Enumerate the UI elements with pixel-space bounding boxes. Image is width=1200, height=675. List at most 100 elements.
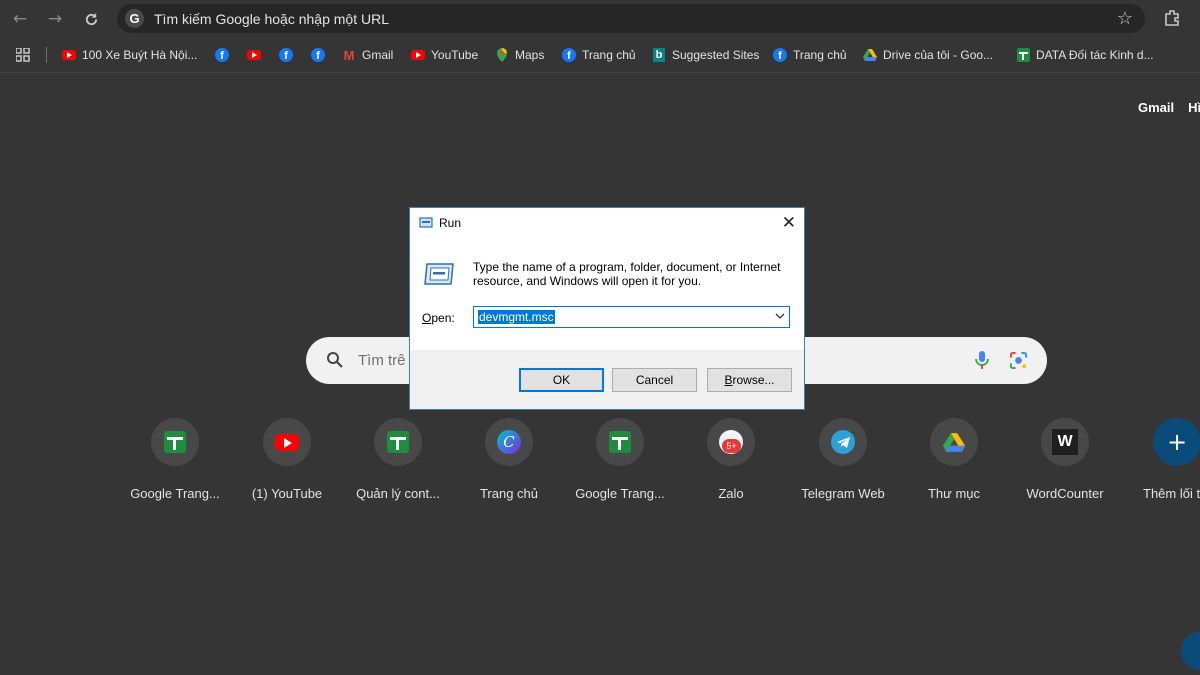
shortcut-label: (1) YouTube	[251, 486, 323, 501]
canva-icon: C	[485, 418, 533, 466]
plus-icon: +	[1153, 418, 1200, 466]
sheets-icon	[596, 418, 644, 466]
facebook-icon: f	[279, 48, 293, 62]
bookmark-item[interactable]: Maps	[495, 47, 544, 63]
apps-grid-icon[interactable]	[16, 48, 30, 62]
gmail-link[interactable]: Gmail	[1138, 100, 1174, 115]
telegram-icon	[819, 418, 867, 466]
bookmark-label: Suggested Sites	[672, 48, 760, 62]
shortcut-label: Thư mục	[927, 486, 981, 501]
add-shortcut-tile[interactable]: + Thêm lối t	[1121, 418, 1200, 501]
top-links: Gmail Hì	[1138, 100, 1200, 115]
shortcut-label: Quản lý cont...	[356, 486, 440, 501]
bookmark-item[interactable]: f Trang chủ	[773, 47, 847, 63]
run-dialog-titlebar[interactable]: Run ✕	[410, 208, 804, 238]
shortcut-tile[interactable]: Google Trang...	[565, 418, 675, 501]
bookmark-item[interactable]: f	[311, 47, 331, 63]
wordcounter-icon: W	[1041, 418, 1089, 466]
run-dialog-title: Run	[439, 216, 462, 230]
drive-icon	[863, 48, 877, 62]
open-label-text: pen:	[431, 311, 455, 325]
bookmark-item[interactable]: 100 Xe Buýt Hà Nội...	[62, 47, 197, 63]
bookmark-label: DATA Đối tác Kinh d...	[1036, 48, 1154, 62]
ok-button[interactable]: OK	[519, 368, 604, 392]
bookmark-item[interactable]: f Trang chủ	[562, 47, 636, 63]
open-input-value[interactable]: devmgmt.msc	[478, 310, 555, 324]
shortcut-tile[interactable]: Google Trang...	[120, 418, 230, 501]
open-label-accelerator: O	[422, 311, 432, 325]
reload-icon[interactable]	[80, 8, 102, 30]
youtube-icon	[263, 418, 311, 466]
facebook-icon: f	[773, 48, 787, 62]
bookmark-label: Trang chủ	[582, 48, 636, 62]
facebook-icon: f	[215, 48, 229, 62]
drive-icon	[930, 418, 978, 466]
customize-chrome-button[interactable]	[1181, 632, 1200, 670]
address-bar[interactable]: G Tìm kiếm Google hoặc nhập một URL ☆	[117, 4, 1145, 33]
shortcut-label: Telegram Web	[801, 486, 885, 501]
shortcut-tile[interactable]: Quản lý cont...	[343, 418, 453, 501]
bookmark-star-icon[interactable]: ☆	[1117, 8, 1133, 29]
notification-badge: 5+	[722, 439, 741, 453]
shortcut-label: Thêm lối t	[1143, 486, 1200, 501]
zalo-icon: 5+	[707, 418, 755, 466]
sheets-icon	[1016, 48, 1030, 62]
search-icon	[327, 352, 343, 368]
facebook-icon: f	[311, 48, 325, 62]
wordcounter-glyph: W	[1052, 429, 1078, 455]
shortcut-tile[interactable]: 5+ Zalo	[676, 418, 786, 501]
google-lens-icon[interactable]	[1009, 351, 1028, 370]
youtube-icon	[411, 48, 425, 62]
facebook-icon: f	[562, 48, 576, 62]
run-icon	[419, 217, 433, 228]
shortcut-tile[interactable]: Thư mục	[899, 418, 1009, 501]
bookmark-item[interactable]	[247, 47, 267, 63]
bookmarks-divider	[46, 47, 47, 63]
run-dialog-description: Type the name of a program, folder, docu…	[473, 260, 781, 288]
bookmark-item[interactable]: DATA Đối tác Kinh d...	[1016, 47, 1154, 63]
bookmark-item[interactable]: Drive của tôi - Goo...	[863, 47, 993, 63]
bookmark-label: Drive của tôi - Goo...	[883, 48, 994, 62]
extensions-icon[interactable]	[1162, 8, 1182, 28]
plus-glyph: +	[1166, 428, 1188, 456]
bookmark-item[interactable]: M Gmail	[342, 47, 394, 63]
bookmark-item[interactable]: f	[215, 47, 235, 63]
open-combobox[interactable]: devmgmt.msc	[473, 306, 790, 328]
bookmark-label: Gmail	[362, 48, 394, 62]
cancel-button[interactable]: Cancel	[612, 368, 697, 392]
sheets-icon	[151, 418, 199, 466]
run-dialog-body: Type the name of a program, folder, docu…	[410, 238, 804, 350]
bookmark-label: Maps	[515, 48, 545, 62]
shortcut-label: Google Trang...	[575, 486, 665, 501]
shortcut-label: Google Trang...	[130, 486, 220, 501]
browse-accelerator: B	[724, 373, 733, 387]
youtube-icon	[62, 48, 76, 62]
bookmark-label: 100 Xe Buýt Hà Nội...	[82, 48, 198, 62]
forward-arrow-icon[interactable]: →	[44, 8, 66, 30]
run-program-icon	[424, 263, 454, 285]
microphone-icon[interactable]	[974, 350, 990, 370]
bookmark-item[interactable]: b Suggested Sites	[652, 47, 759, 63]
browser-toolbar: ← → G Tìm kiếm Google hoặc nhập một URL …	[0, 0, 1200, 37]
google-icon: G	[125, 9, 144, 28]
shortcut-label: WordCounter	[1026, 486, 1104, 501]
gmail-icon: M	[343, 47, 355, 63]
search-input[interactable]: Tìm trê	[358, 352, 406, 369]
shortcut-label: Trang chủ	[479, 486, 539, 501]
shortcut-tile[interactable]: W WordCounter	[1010, 418, 1120, 501]
images-link[interactable]: Hì	[1188, 100, 1200, 115]
bookmark-item[interactable]: f	[279, 47, 299, 63]
bookmark-item[interactable]: YouTube	[411, 47, 478, 63]
shortcut-tile[interactable]: C Trang chủ	[454, 418, 564, 501]
youtube-icon	[247, 48, 261, 62]
shortcut-tile[interactable]: Telegram Web	[788, 418, 898, 501]
chevron-down-icon[interactable]	[774, 310, 786, 322]
bing-icon: b	[652, 48, 666, 62]
sheets-icon	[374, 418, 422, 466]
bookmarks-bar: 100 Xe Buýt Hà Nội... f f f M Gmail YouTu…	[0, 38, 1200, 73]
shortcut-label: Zalo	[718, 486, 744, 501]
browse-button[interactable]: Browse...	[707, 368, 792, 392]
shortcut-tile[interactable]: (1) YouTube	[232, 418, 342, 501]
close-icon[interactable]: ✕	[782, 213, 796, 233]
back-arrow-icon[interactable]: ←	[9, 8, 31, 30]
